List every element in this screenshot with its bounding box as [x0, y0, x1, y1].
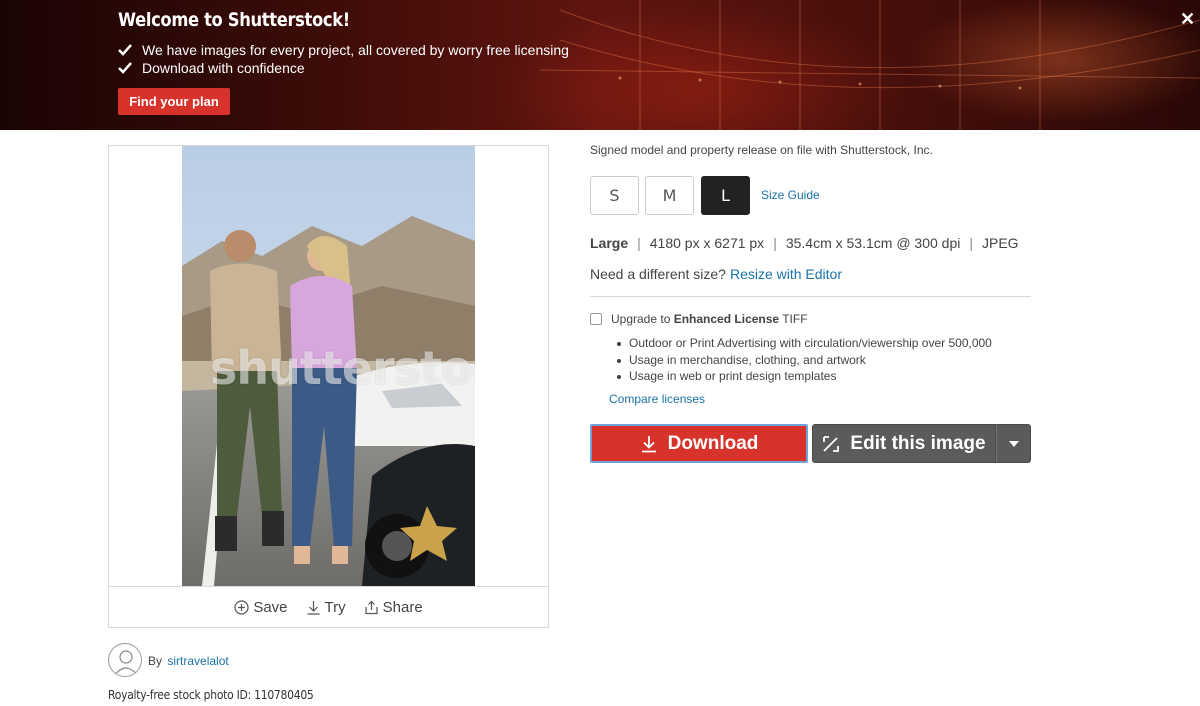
user-avatar-icon — [113, 650, 139, 676]
tiff-label: TIFF — [782, 312, 808, 326]
compare-licenses-link[interactable]: Compare licenses — [609, 392, 705, 406]
find-your-plan-button[interactable]: Find your plan — [118, 88, 230, 115]
image-preview-card: shutterstock Save Try Share — [108, 145, 549, 628]
download-icon — [641, 435, 656, 452]
list-item: Outdoor or Print Advertising with circul… — [617, 336, 992, 350]
by-label: By — [148, 654, 163, 668]
download-button[interactable]: Download — [590, 424, 808, 463]
size-s-button[interactable]: S — [590, 176, 639, 215]
try-label: Try — [324, 599, 346, 616]
avatar[interactable] — [108, 643, 142, 677]
spec-separator: | — [637, 235, 641, 251]
upgrade-prefix: Upgrade to — [611, 312, 671, 326]
resize-with-editor-link[interactable]: Resize with Editor — [730, 266, 842, 282]
size-guide-link[interactable]: Size Guide — [761, 188, 820, 202]
pixel-dimensions: 4180 px x 6271 px — [649, 235, 765, 251]
edit-image-button[interactable]: Edit this image — [812, 424, 996, 463]
share-icon — [365, 600, 378, 615]
banner-benefit-2: Download with confidence — [118, 60, 305, 76]
author-link[interactable]: sirtravelalot — [167, 654, 228, 668]
size-l-button[interactable]: L — [701, 176, 750, 215]
edit-label: Edit this image — [850, 432, 986, 454]
close-banner-icon[interactable]: ✕ — [1180, 9, 1195, 30]
save-label: Save — [253, 599, 288, 616]
edit-options-dropdown[interactable] — [996, 424, 1031, 463]
size-name: Large — [590, 235, 629, 251]
welcome-banner: Welcome to Shutterstock! We have images … — [0, 0, 1200, 130]
chevron-down-icon — [1008, 440, 1019, 447]
list-item: Usage in merchandise, clothing, and artw… — [617, 352, 992, 369]
photo-id: Royalty-free stock photo ID: 110780405 — [108, 688, 314, 702]
plus-circle-icon — [234, 600, 249, 615]
banner-benefit-text: Download with confidence — [142, 60, 305, 76]
checkmark-icon — [118, 44, 132, 56]
download-arrow-icon — [307, 601, 320, 615]
share-label: Share — [382, 599, 423, 616]
list-item: Usage in web or print design templates — [617, 368, 992, 385]
image-actions-bar: Save Try Share — [109, 586, 548, 628]
download-label: Download — [667, 432, 759, 454]
photo-watermark: shutterstock — [210, 341, 475, 395]
physical-dimensions: 35.4cm x 53.1cm @ 300 dpi — [785, 235, 961, 251]
license-benefits-list: Outdoor or Print Advertising with circul… — [617, 335, 992, 385]
enhanced-license-label: Enhanced License — [673, 312, 780, 326]
need-different-size-text: Need a different size? — [590, 266, 726, 282]
share-button[interactable]: Share — [364, 599, 423, 616]
divider — [590, 296, 1031, 297]
banner-benefit-text: We have images for every project, all co… — [142, 42, 569, 58]
banner-benefit-1: We have images for every project, all co… — [118, 42, 569, 58]
size-spec: Large | 4180 px x 6271 px | 35.4cm x 53.… — [590, 235, 1019, 251]
try-button[interactable]: Try — [306, 599, 346, 616]
file-format: JPEG — [982, 235, 1019, 251]
resize-prompt: Need a different size? Resize with Editor — [590, 266, 842, 282]
save-button[interactable]: Save — [234, 599, 288, 616]
size-m-button[interactable]: M — [645, 176, 694, 215]
edit-wand-icon — [823, 435, 840, 452]
author-line: By sirtravelalot — [148, 654, 229, 668]
banner-title: Welcome to Shutterstock! — [118, 9, 350, 31]
spec-separator: | — [969, 235, 973, 251]
release-note: Signed model and property release on fil… — [590, 143, 933, 157]
stock-photo[interactable]: shutterstock — [182, 146, 475, 586]
spec-separator: | — [773, 235, 777, 251]
enhanced-license-checkbox[interactable] — [590, 313, 602, 325]
upgrade-label: Upgrade to Enhanced License TIFF — [611, 312, 808, 326]
checkmark-icon — [118, 62, 132, 74]
